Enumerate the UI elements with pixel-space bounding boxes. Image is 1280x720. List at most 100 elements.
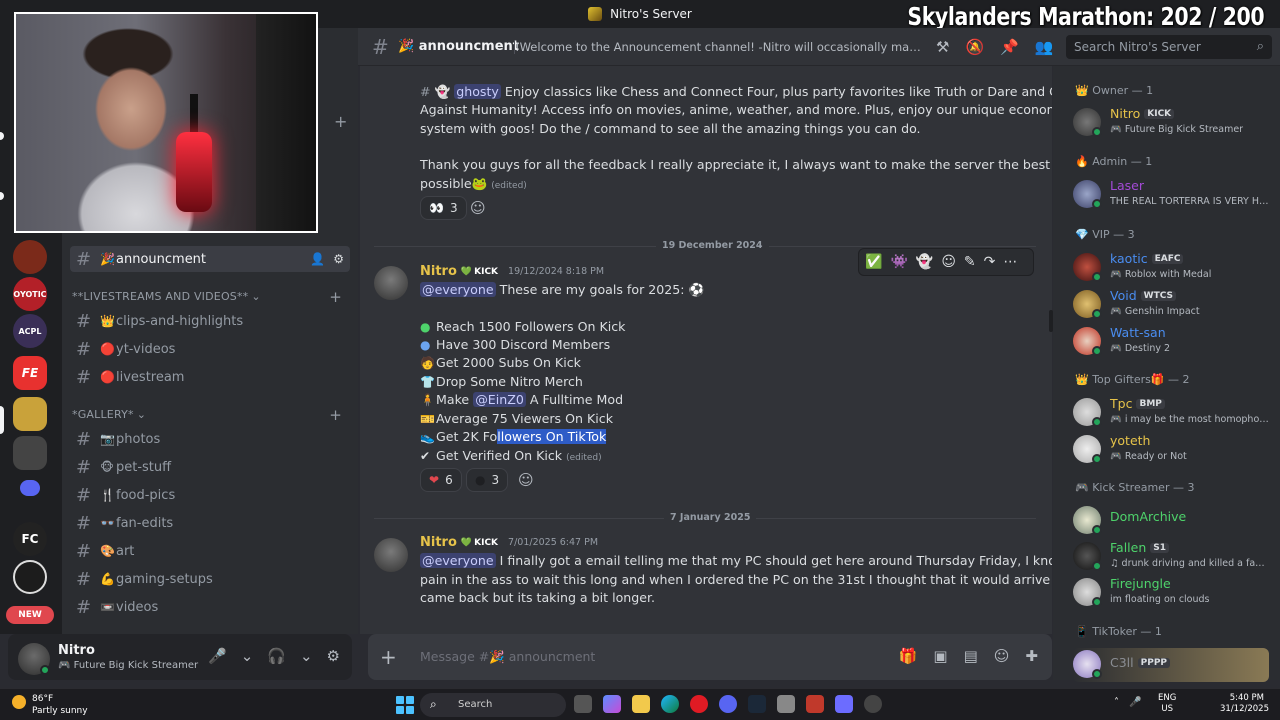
sticker-icon[interactable]: ▤: [964, 647, 978, 665]
server-icon-fe[interactable]: FE: [13, 356, 47, 390]
channel-photos[interactable]: # 📷 photos: [70, 426, 350, 452]
everyone-mention[interactable]: @everyone: [420, 553, 496, 568]
member-yoteth[interactable]: yoteth 🎮 Ready or Not: [1073, 433, 1273, 471]
search-input[interactable]: Search Nitro's Server ⌕: [1066, 35, 1272, 59]
copilot-icon[interactable]: [603, 695, 621, 713]
member-nitro[interactable]: Nitro KICK 🎮 Future Big Kick Streamer: [1073, 106, 1273, 144]
windows-start-icon[interactable]: [396, 696, 414, 714]
more-icon[interactable]: ⋯: [1003, 254, 1017, 270]
app-icon[interactable]: [835, 695, 853, 713]
channel-pet-stuff[interactable]: # 🐵 pet-stuff: [70, 454, 350, 480]
server-icon-nitro[interactable]: [13, 397, 47, 431]
discord-icon[interactable]: [719, 695, 737, 713]
channel-yt-videos[interactable]: # 🔴 yt-videos: [70, 336, 350, 362]
edge-icon[interactable]: [661, 695, 679, 713]
avatar[interactable]: [374, 538, 408, 572]
reaction-custom[interactable]: ● 3: [466, 468, 509, 492]
taskbar-search[interactable]: ⌕ Search: [420, 693, 566, 717]
weather-widget[interactable]: 86°F Partly sunny: [12, 693, 88, 717]
server-icon-1[interactable]: [13, 240, 47, 274]
channel-livestream[interactable]: # 🔴 livestream: [70, 364, 350, 390]
member-laser[interactable]: Laser THE REAL TORTERRA IS VERY HOT: [1073, 178, 1273, 216]
avatar[interactable]: [374, 266, 408, 300]
user-mention[interactable]: @EinZ0: [473, 392, 526, 407]
chevron-up-icon[interactable]: ˄: [1114, 697, 1119, 708]
server-icon-fc[interactable]: FC: [13, 522, 47, 556]
server-icon-9[interactable]: [13, 560, 47, 594]
folder-icon[interactable]: [20, 480, 40, 496]
category-livestreams[interactable]: **LIVESTREAMS AND VIDEOS** ⌄ +: [72, 288, 342, 306]
server-icon-acpl[interactable]: ACPL: [13, 314, 47, 348]
reply-icon[interactable]: ↷: [984, 254, 996, 270]
reaction-heart[interactable]: ❤ 6: [420, 468, 462, 492]
pin-icon[interactable]: 📌: [1000, 38, 1019, 56]
server-icon-6[interactable]: [13, 436, 47, 470]
chevron-down-icon[interactable]: ⌄: [300, 647, 313, 665]
message-author[interactable]: Nitro 💚 KICK 19/12/2024 8:18 PM: [420, 264, 604, 279]
channel-art[interactable]: # 🎨 art: [70, 538, 350, 564]
members-icon[interactable]: 👥: [1035, 38, 1054, 56]
everyone-mention[interactable]: @everyone: [420, 282, 496, 297]
server-icon-oyotic[interactable]: OYOTIC: [13, 277, 47, 311]
add-reaction-icon[interactable]: ☺: [941, 254, 956, 270]
channel-food-pics[interactable]: # 🍴 food-pics: [70, 482, 350, 508]
headphones-icon[interactable]: 🎧: [267, 647, 286, 665]
emoji-icon[interactable]: ☺: [994, 647, 1010, 665]
gear-icon[interactable]: ⚙: [327, 647, 340, 665]
check-react-icon[interactable]: ✅: [865, 254, 882, 270]
new-badge[interactable]: NEW: [6, 606, 54, 624]
member-watt-san[interactable]: Watt-san 🎮 Destiny 2: [1073, 325, 1273, 363]
member-c3ll[interactable]: C3ll PPPP: [1073, 648, 1269, 682]
task-view-icon[interactable]: [574, 695, 592, 713]
steam-icon[interactable]: [748, 695, 766, 713]
channel-emoji: 🐵: [100, 460, 114, 474]
file-explorer-icon[interactable]: [632, 695, 650, 713]
message-line: @everyone I finally got a email telling …: [420, 553, 1052, 568]
reaction-count: 6: [445, 473, 453, 487]
channel-clips-and-highlights[interactable]: # 👑 clips-and-highlights: [70, 308, 350, 334]
settings-icon[interactable]: [777, 695, 795, 713]
member-fallen[interactable]: Fallen S1 ♫ drunk driving and killed a fa…: [1073, 540, 1273, 578]
opera-icon[interactable]: [690, 695, 708, 713]
member-kaotic[interactable]: kaotic EAFC 🎮 Roblox with Medal: [1073, 251, 1273, 289]
channel-gaming-setups[interactable]: # 💪 gaming-setups: [70, 566, 350, 592]
emoji-react-icon[interactable]: 👾: [890, 254, 907, 270]
threads-icon[interactable]: ⚒: [936, 38, 949, 56]
add-channel-icon[interactable]: +: [329, 406, 342, 424]
reaction-eyes[interactable]: 👀 3: [420, 196, 467, 220]
message-text: These are my goals for 2025:: [499, 282, 685, 297]
app-icon-2[interactable]: [864, 695, 882, 713]
add-reaction-icon[interactable]: ☺: [470, 199, 492, 221]
add-channel-icon[interactable]: +: [334, 112, 347, 131]
member-firejungle[interactable]: Firejungle im floating on clouds: [1073, 576, 1273, 614]
channel-mention[interactable]: ghosty: [454, 84, 501, 99]
obs-icon[interactable]: [806, 695, 824, 713]
mic-tray-icon[interactable]: 🎤: [1129, 697, 1141, 708]
add-reaction-icon[interactable]: ☺: [518, 471, 540, 493]
clock[interactable]: 5:40 PM 31/12/2025: [1220, 693, 1269, 715]
channel-topic[interactable]: !Welcome to the Announcement channel! -N…: [514, 39, 924, 54]
member-domarchive[interactable]: DomArchive: [1073, 504, 1273, 542]
gif-icon[interactable]: ▣: [933, 647, 947, 665]
apps-icon[interactable]: ✚: [1025, 647, 1038, 665]
gear-icon[interactable]: ⚙: [333, 252, 344, 266]
microphone-icon[interactable]: 🎤: [208, 647, 227, 665]
channel-videos[interactable]: # 📼 videos: [70, 594, 350, 620]
gift-icon[interactable]: 🎁: [899, 647, 918, 665]
chevron-down-icon[interactable]: ⌄: [241, 647, 254, 665]
online-status-dot: [1092, 272, 1102, 282]
language-indicator[interactable]: ENG US: [1158, 693, 1176, 715]
channel-announcment[interactable]: # 🎉 announcment 👤 ⚙: [70, 246, 350, 272]
channel-fan-edits[interactable]: # 👓 fan-edits: [70, 510, 350, 536]
emoji-react-icon-2[interactable]: 👻: [916, 254, 933, 270]
message-composer[interactable]: + Message #🎉 announcment 🎁 ▣ ▤ ☺ ✚: [368, 634, 1052, 680]
member-tpc[interactable]: Tpc BMP 🎮 i may be the most homophobi...: [1073, 396, 1273, 434]
add-channel-icon[interactable]: +: [329, 288, 342, 306]
member-void[interactable]: Void WTCS 🎮 Genshin Impact: [1073, 288, 1273, 326]
mute-bell-icon[interactable]: 🔕: [965, 38, 984, 56]
category-gallery[interactable]: *GALLERY* ⌄ +: [72, 406, 342, 424]
message-author[interactable]: Nitro 💚 KICK 7/01/2025 6:47 PM: [420, 535, 598, 550]
edit-icon[interactable]: ✎: [964, 254, 976, 270]
invite-icon[interactable]: 👤: [310, 252, 325, 266]
attach-plus-icon[interactable]: +: [380, 645, 397, 669]
